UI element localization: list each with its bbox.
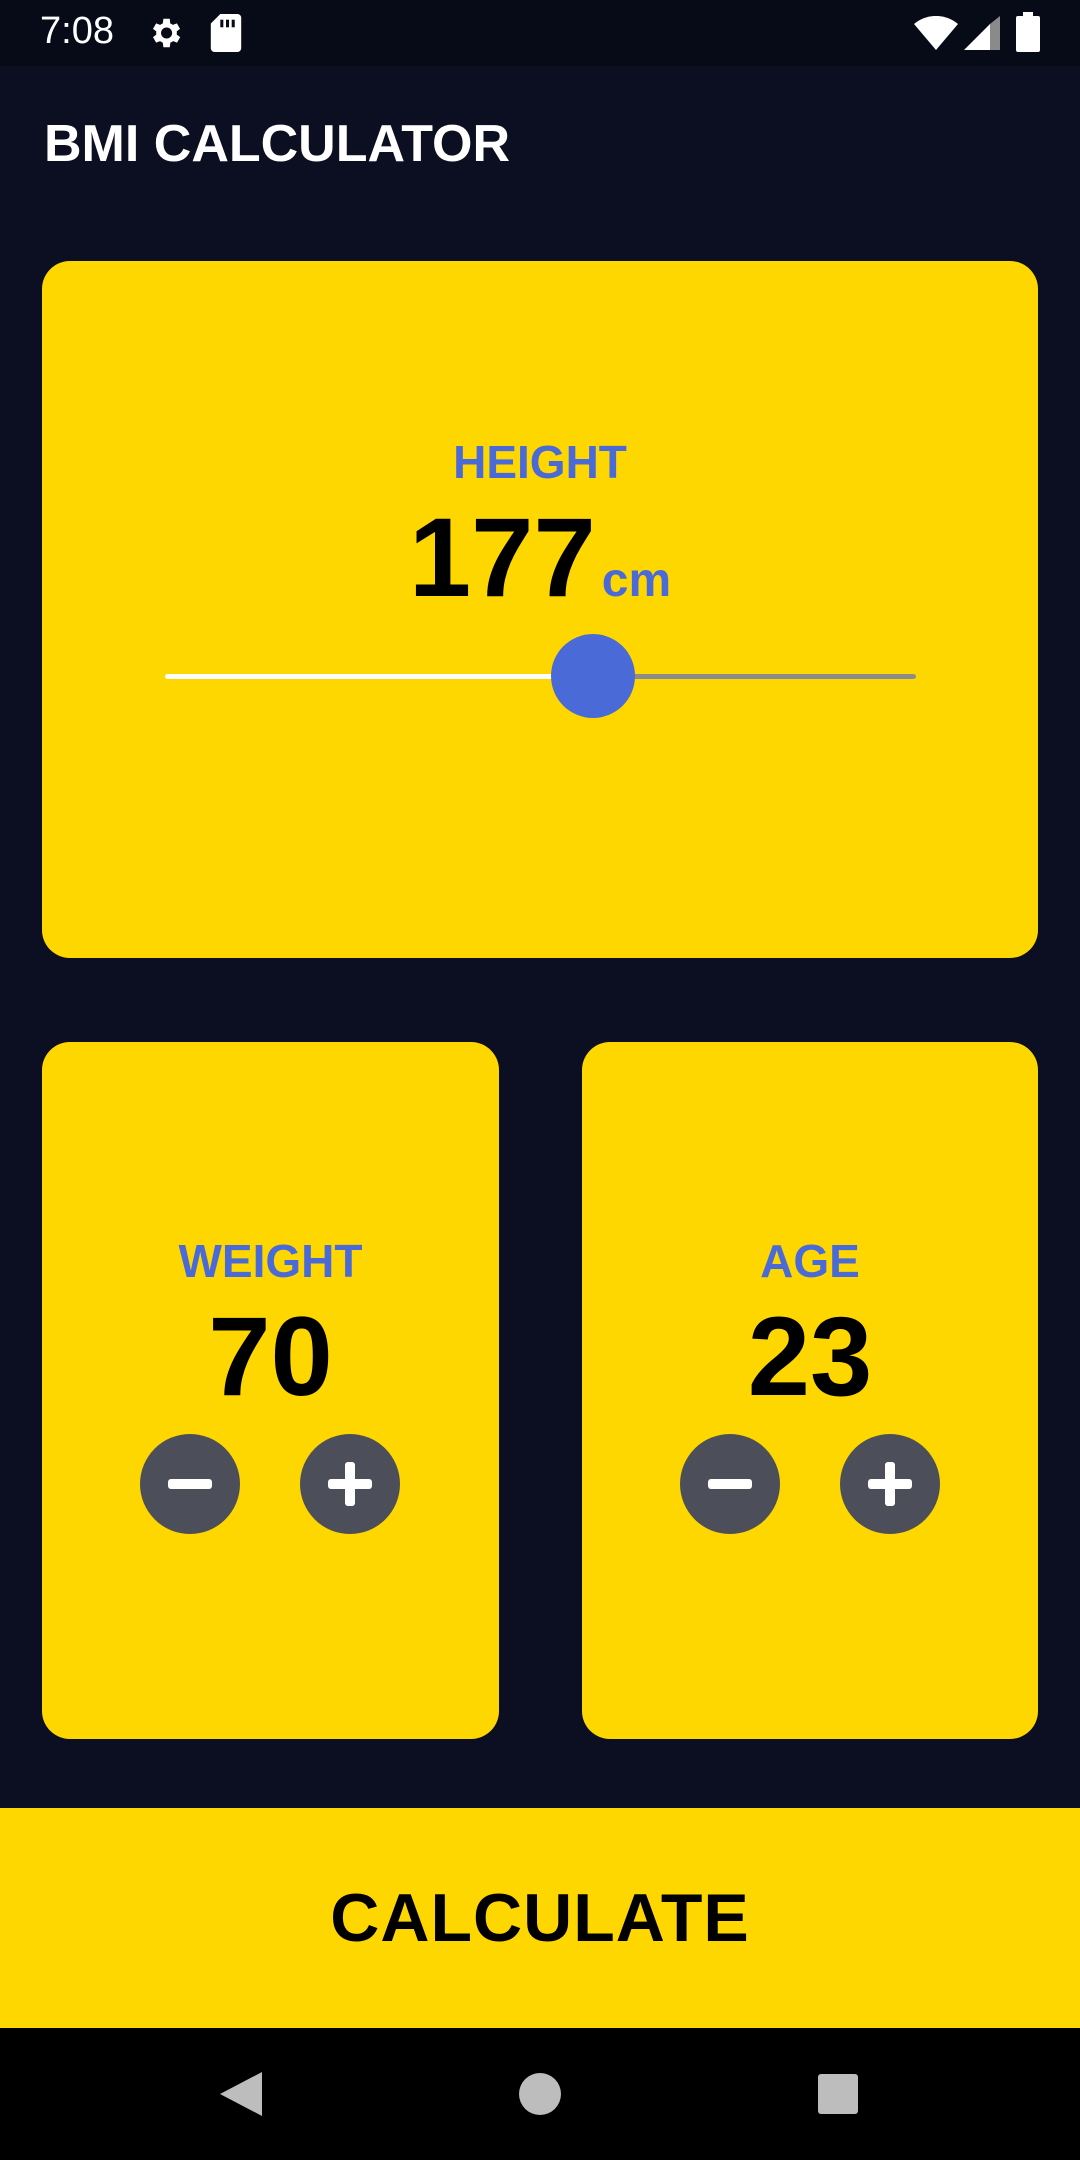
height-unit: cm xyxy=(601,554,672,607)
calculate-button[interactable]: CALCULATE xyxy=(0,1808,1080,2028)
wifi-icon xyxy=(914,15,958,55)
height-card: HEIGHT 177 cm xyxy=(42,261,1038,958)
status-bar: 7:08 xyxy=(0,0,1080,66)
weight-increment-button[interactable] xyxy=(300,1434,400,1534)
weight-card: WEIGHT 70 xyxy=(42,1042,499,1739)
back-icon[interactable] xyxy=(210,2064,270,2124)
weight-value: 70 xyxy=(208,1294,333,1419)
home-icon[interactable] xyxy=(510,2064,570,2124)
height-label: HEIGHT xyxy=(453,436,627,488)
sd-card-icon xyxy=(210,14,242,57)
height-value: 177 xyxy=(408,495,596,620)
age-increment-button[interactable] xyxy=(840,1434,940,1534)
slider-track-inactive xyxy=(593,674,916,679)
battery-icon xyxy=(1016,12,1040,57)
app-title: BMI CALCULATOR xyxy=(44,115,511,173)
age-value-row: 23 xyxy=(582,1292,1038,1421)
nav-bar xyxy=(0,2028,1080,2160)
slider-track-active xyxy=(165,674,594,679)
age-card: AGE 23 xyxy=(582,1042,1038,1739)
age-label: AGE xyxy=(760,1235,860,1287)
status-time: 7:08 xyxy=(40,10,114,52)
weight-value-row: 70 xyxy=(42,1292,499,1421)
weight-decrement-button[interactable] xyxy=(140,1434,240,1534)
age-decrement-button[interactable] xyxy=(680,1434,780,1534)
recents-icon[interactable] xyxy=(808,2064,868,2124)
plus-icon xyxy=(868,1462,912,1506)
height-value-row: 177 cm xyxy=(42,493,1038,622)
height-slider[interactable] xyxy=(125,634,962,718)
calculate-label: CALCULATE xyxy=(330,1880,750,1956)
settings-icon xyxy=(146,14,184,57)
app-bar: BMI CALCULATOR xyxy=(0,66,1080,226)
slider-thumb[interactable] xyxy=(551,634,636,718)
weight-label: WEIGHT xyxy=(178,1235,363,1287)
plus-icon xyxy=(328,1462,372,1506)
signal-icon xyxy=(964,16,1000,55)
age-value: 23 xyxy=(747,1294,873,1419)
minus-icon xyxy=(168,1479,212,1489)
minus-icon xyxy=(708,1479,752,1489)
